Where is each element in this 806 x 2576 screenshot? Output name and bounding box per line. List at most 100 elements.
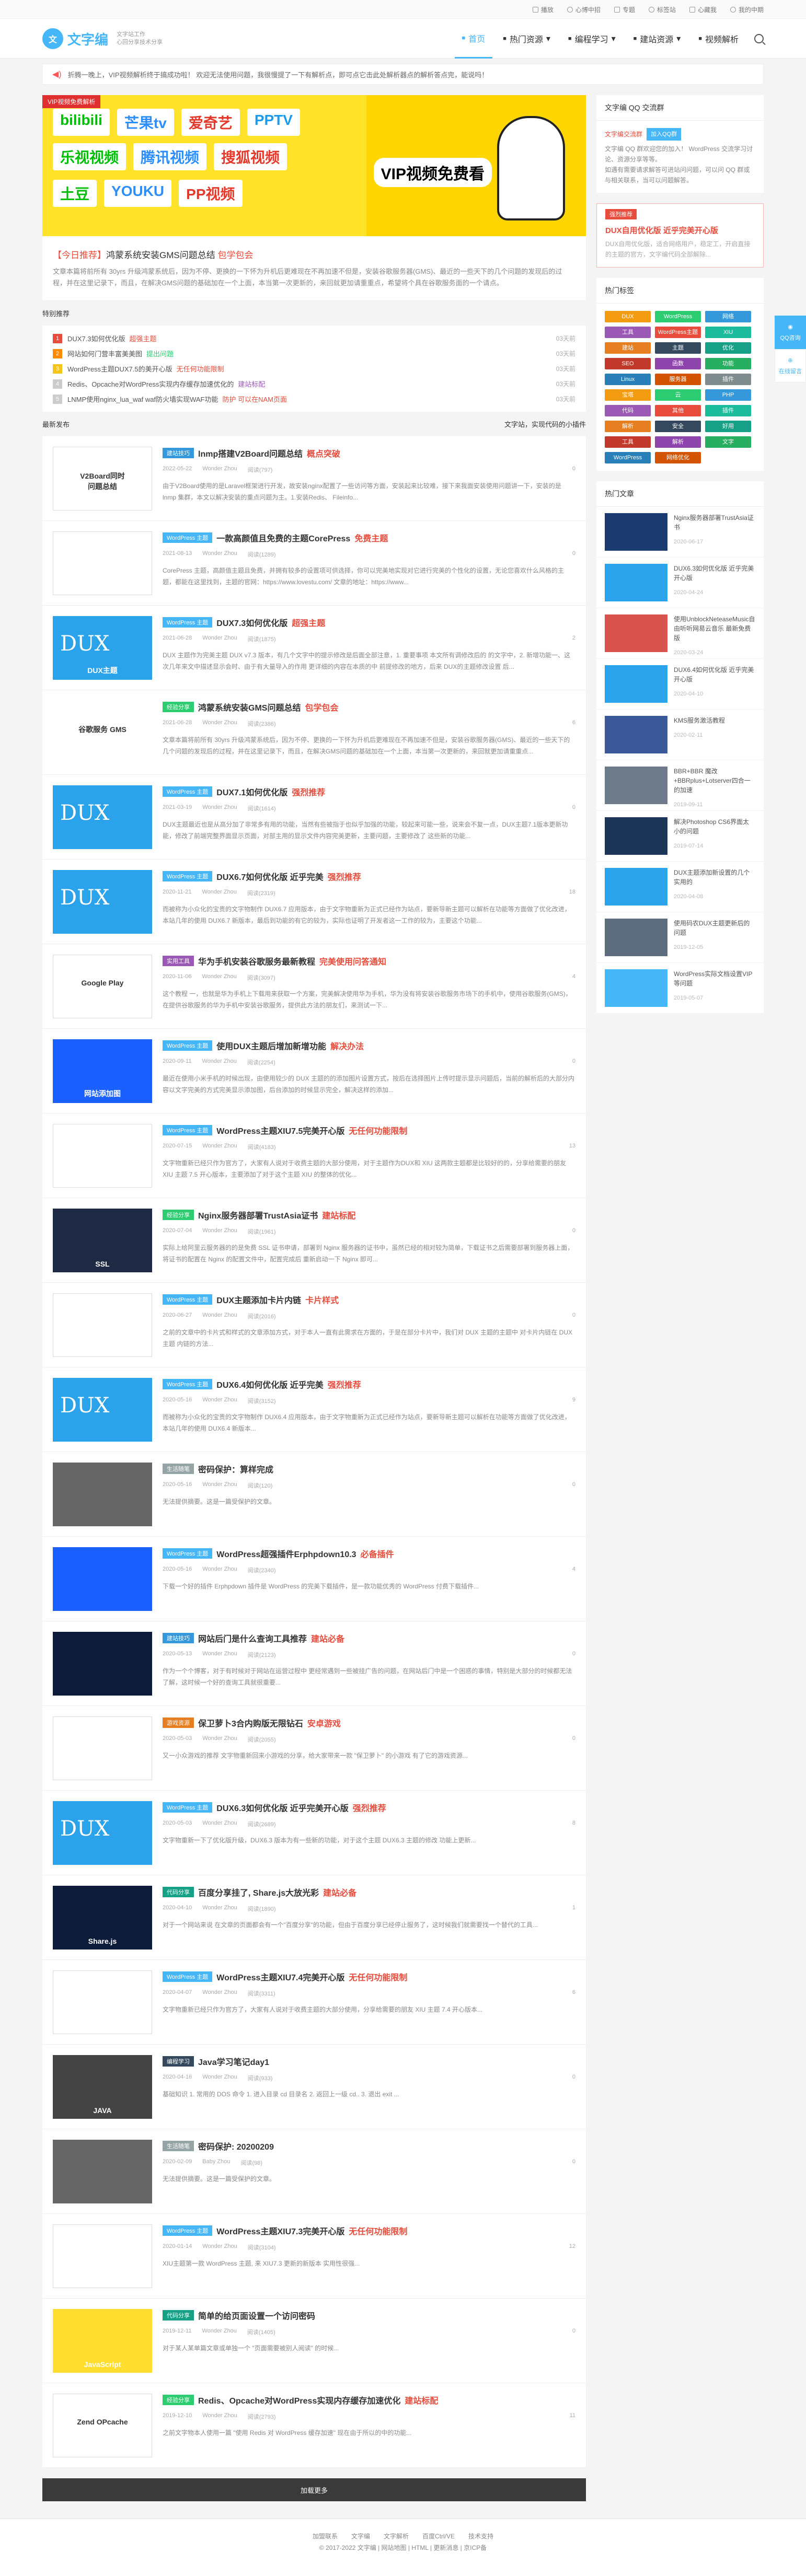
comment-count[interactable]: 0 (572, 1651, 575, 1659)
hot-post-title[interactable]: DUX主题添加新设置的几个实用的 (674, 868, 755, 887)
comment-count[interactable]: 0 (572, 466, 575, 474)
post-thumbnail[interactable]: SSL (53, 1209, 152, 1272)
hot-post-item[interactable]: Nginx服务器部署TrustAsia证书 2020-06-17 (596, 507, 764, 558)
comment-count[interactable]: 0 (572, 1312, 575, 1320)
comment-count[interactable]: 18 (569, 889, 575, 897)
hot-post-thumbnail[interactable] (605, 665, 667, 703)
qq-consult-button[interactable]: ◉ QQ咨询 (775, 316, 806, 349)
tag-chip[interactable]: 插件 (705, 405, 751, 416)
recommend-item[interactable]: 2 网站如何门营丰富美美图 提出问题 03天前 (53, 346, 575, 361)
post-thumbnail[interactable]: DUX DUX主题 (53, 616, 152, 680)
post-title[interactable]: WordPress 主题 DUX7.1如何优化版 强烈推荐 (163, 785, 575, 798)
comment-count[interactable]: 0 (572, 1227, 575, 1236)
meta-author[interactable]: Wonder Zhou (202, 1989, 237, 1998)
post-thumbnail[interactable] (53, 1463, 152, 1526)
category-badge[interactable]: 经验分享 (163, 702, 194, 712)
tag-chip[interactable]: SEO (605, 358, 651, 369)
category-badge[interactable]: WordPress 主题 (163, 871, 213, 881)
post-title[interactable]: WordPress 主题 DUX7.3如何优化版 超强主题 (163, 616, 575, 629)
comment-count[interactable]: 0 (572, 1481, 575, 1490)
comment-count[interactable]: 0 (572, 2074, 575, 2082)
post-title[interactable]: 代码分享 简单的给页面设置一个访问密码 (163, 2309, 575, 2322)
featured-title[interactable]: DUX自用优化版 近乎完美开心版 (597, 219, 763, 236)
hot-post-item[interactable]: WordPress实际文档设置VIP等问题 2019-05-07 (596, 963, 764, 1014)
post-thumbnail[interactable]: DUX (53, 870, 152, 934)
post-title[interactable]: 经验分享 鸿蒙系统安装GMS问题总结 包学包会 (163, 701, 575, 713)
meta-author[interactable]: Wonder Zhou (202, 1651, 237, 1659)
post-item[interactable]: DUX WordPress 主题 DUX6.7如何优化版 近乎完美 强烈推荐 2020-… (42, 860, 586, 944)
post-title[interactable]: WordPress 主题 DUX主题添加卡片内链 卡片样式 (163, 1293, 575, 1306)
footer-link[interactable]: 文字解析 (384, 2531, 409, 2542)
topbar-item[interactable]: 心藏我 (689, 5, 717, 14)
hot-post-title[interactable]: 解决Photoshop CS6界面太小的问题 (674, 817, 755, 836)
post-thumbnail[interactable] (53, 1970, 152, 2034)
post-title[interactable]: 代码分享 百度分享挂了, Share.js大放光彩 建站必备 (163, 1886, 575, 1898)
comment-count[interactable]: 0 (572, 1735, 575, 1744)
post-title[interactable]: WordPress 主题 使用DUX主题后增加新增功能 解决办法 (163, 1039, 575, 1052)
join-qq-button[interactable]: 加入QQ群 (647, 128, 682, 141)
meta-author[interactable]: Wonder Zhou (202, 1566, 237, 1574)
comment-count[interactable]: 8 (572, 1820, 575, 1828)
post-title[interactable]: WordPress 主题 WordPress主题XIU7.5完美开心版 无任何功能限… (163, 1124, 575, 1136)
post-title[interactable]: WordPress 主题 WordPress超强插件Erphpdown10.3 必备… (163, 1547, 575, 1560)
tag-chip[interactable]: Linux (605, 374, 651, 385)
hot-post-thumbnail[interactable] (605, 614, 667, 652)
post-thumbnail[interactable]: Zend OPcache (53, 2394, 152, 2457)
hot-post-title[interactable]: 使用UnblockNeteaseMusic自由听听网易云音乐 最新免费版 (674, 614, 755, 643)
tag-chip[interactable]: WordPress主题 (655, 327, 701, 338)
meta-author[interactable]: Wonder Zhou (202, 2412, 237, 2421)
meta-author[interactable]: Wonder Zhou (202, 720, 237, 728)
post-thumbnail[interactable] (53, 1293, 152, 1357)
search-icon[interactable] (754, 34, 764, 43)
post-item[interactable]: 建站技巧 网站后门是什么查询工具推荐 建站必备 2020-05-13 Wonder Zh… (42, 1621, 586, 1706)
post-item[interactable]: 网站添加图 WordPress 主题 使用DUX主题后增加新增功能 解决办法 2020-… (42, 1029, 586, 1113)
category-badge[interactable]: WordPress 主题 (163, 786, 213, 797)
post-item[interactable]: 生活随笔 密码保护: 20200209 2020-02-09 Baby Zhou 阅读(… (42, 2129, 586, 2214)
tag-chip[interactable]: 功能 (705, 358, 751, 369)
meta-author[interactable]: Wonder Zhou (202, 1058, 236, 1066)
tag-chip[interactable]: 文字 (705, 436, 751, 448)
category-badge[interactable]: 代码分享 (163, 2310, 194, 2320)
meta-author[interactable]: Wonder Zhou (202, 1905, 237, 1913)
footer-link[interactable]: 文字编 (351, 2531, 370, 2542)
category-badge[interactable]: 代码分享 (163, 1887, 194, 1897)
comment-count[interactable]: 9 (572, 1397, 575, 1405)
hot-post-item[interactable]: DUX6.4如何优化版 近乎完美开心版 2020-04-10 (596, 659, 764, 710)
post-item[interactable]: DUX WordPress 主题 DUX7.1如何优化版 强烈推荐 2021-03-19… (42, 775, 586, 860)
nav-item[interactable]: ■ 编程学习 ▾ (561, 19, 623, 59)
nav-item[interactable]: ■ 热门资源 ▾ (496, 19, 558, 59)
meta-author[interactable]: Wonder Zhou (202, 973, 236, 982)
meta-author[interactable]: Baby Zhou (202, 2159, 230, 2167)
post-thumbnail[interactable] (53, 1716, 152, 1780)
tag-chip[interactable]: PHP (705, 389, 751, 401)
recommend-item[interactable]: 1 DUX7.3如何优化版 超强主题 03天前 (53, 331, 575, 346)
hot-post-title[interactable]: DUX6.3如何优化版 近乎完美开心版 (674, 564, 755, 583)
category-badge[interactable]: WordPress 主题 (163, 1040, 213, 1051)
recommend-item[interactable]: 4 Redis、Opcache对WordPress实现内存缓存加速优化的 建站标配 0… (53, 376, 575, 391)
comment-count[interactable]: 13 (569, 1143, 575, 1151)
notice-text[interactable]: 折腾一晚上，VIP视频解析终于搞成功啦！ 欢迎无法使用问题，我很慢提了一下有解析… (68, 69, 489, 79)
post-item[interactable]: DUX WordPress 主题 DUX6.3如何优化版 近乎完美开心版 强烈推荐 20… (42, 1791, 586, 1875)
footer-link[interactable]: 加盟联系 (313, 2531, 338, 2542)
load-more-button[interactable]: 加载更多 (42, 2478, 586, 2501)
category-badge[interactable]: 编程学习 (163, 2056, 194, 2067)
post-item[interactable]: WordPress 主题 WordPress主题XIU7.3完美开心版 无任何功能限… (42, 2214, 586, 2299)
post-item[interactable]: DUX DUX主题 WordPress 主题 DUX7.3如何优化版 超强主题 2021-… (42, 606, 586, 690)
meta-author[interactable]: Wonder Zhou (202, 2328, 236, 2336)
post-title[interactable]: WordPress 主题 WordPress主题XIU7.4完美开心版 无任何功能限… (163, 1970, 575, 1983)
tag-chip[interactable]: 服务器 (655, 374, 701, 385)
post-item[interactable]: JavaScript 代码分享 简单的给页面设置一个访问密码 2019-12-11 Wo… (42, 2299, 586, 2383)
tag-chip[interactable]: 优化 (705, 342, 751, 354)
headline-title[interactable]: 【今日推荐】鸿蒙系统安装GMS问题总结 包学包会 (53, 248, 575, 261)
post-item[interactable]: 谷歌服务 GMS 经验分享 鸿蒙系统安装GMS问题总结 包学包会 2021-06-28 W… (42, 690, 586, 775)
topbar-item[interactable]: 我的中期 (730, 5, 764, 14)
nav-item[interactable]: ■ 首页 (454, 19, 493, 59)
meta-author[interactable]: Wonder Zhou (202, 1227, 237, 1236)
comment-count[interactable]: 4 (572, 973, 575, 982)
hot-post-title[interactable]: DUX6.4如何优化版 近乎完美开心版 (674, 665, 755, 684)
category-badge[interactable]: WordPress 主题 (163, 1379, 213, 1389)
post-title[interactable]: WordPress 主题 WordPress主题XIU7.3完美开心版 无任何功能限… (163, 2224, 575, 2237)
post-thumbnail[interactable]: DUX (53, 1801, 152, 1865)
comment-count[interactable]: 6 (572, 1989, 575, 1998)
category-badge[interactable]: WordPress 主题 (163, 532, 213, 543)
